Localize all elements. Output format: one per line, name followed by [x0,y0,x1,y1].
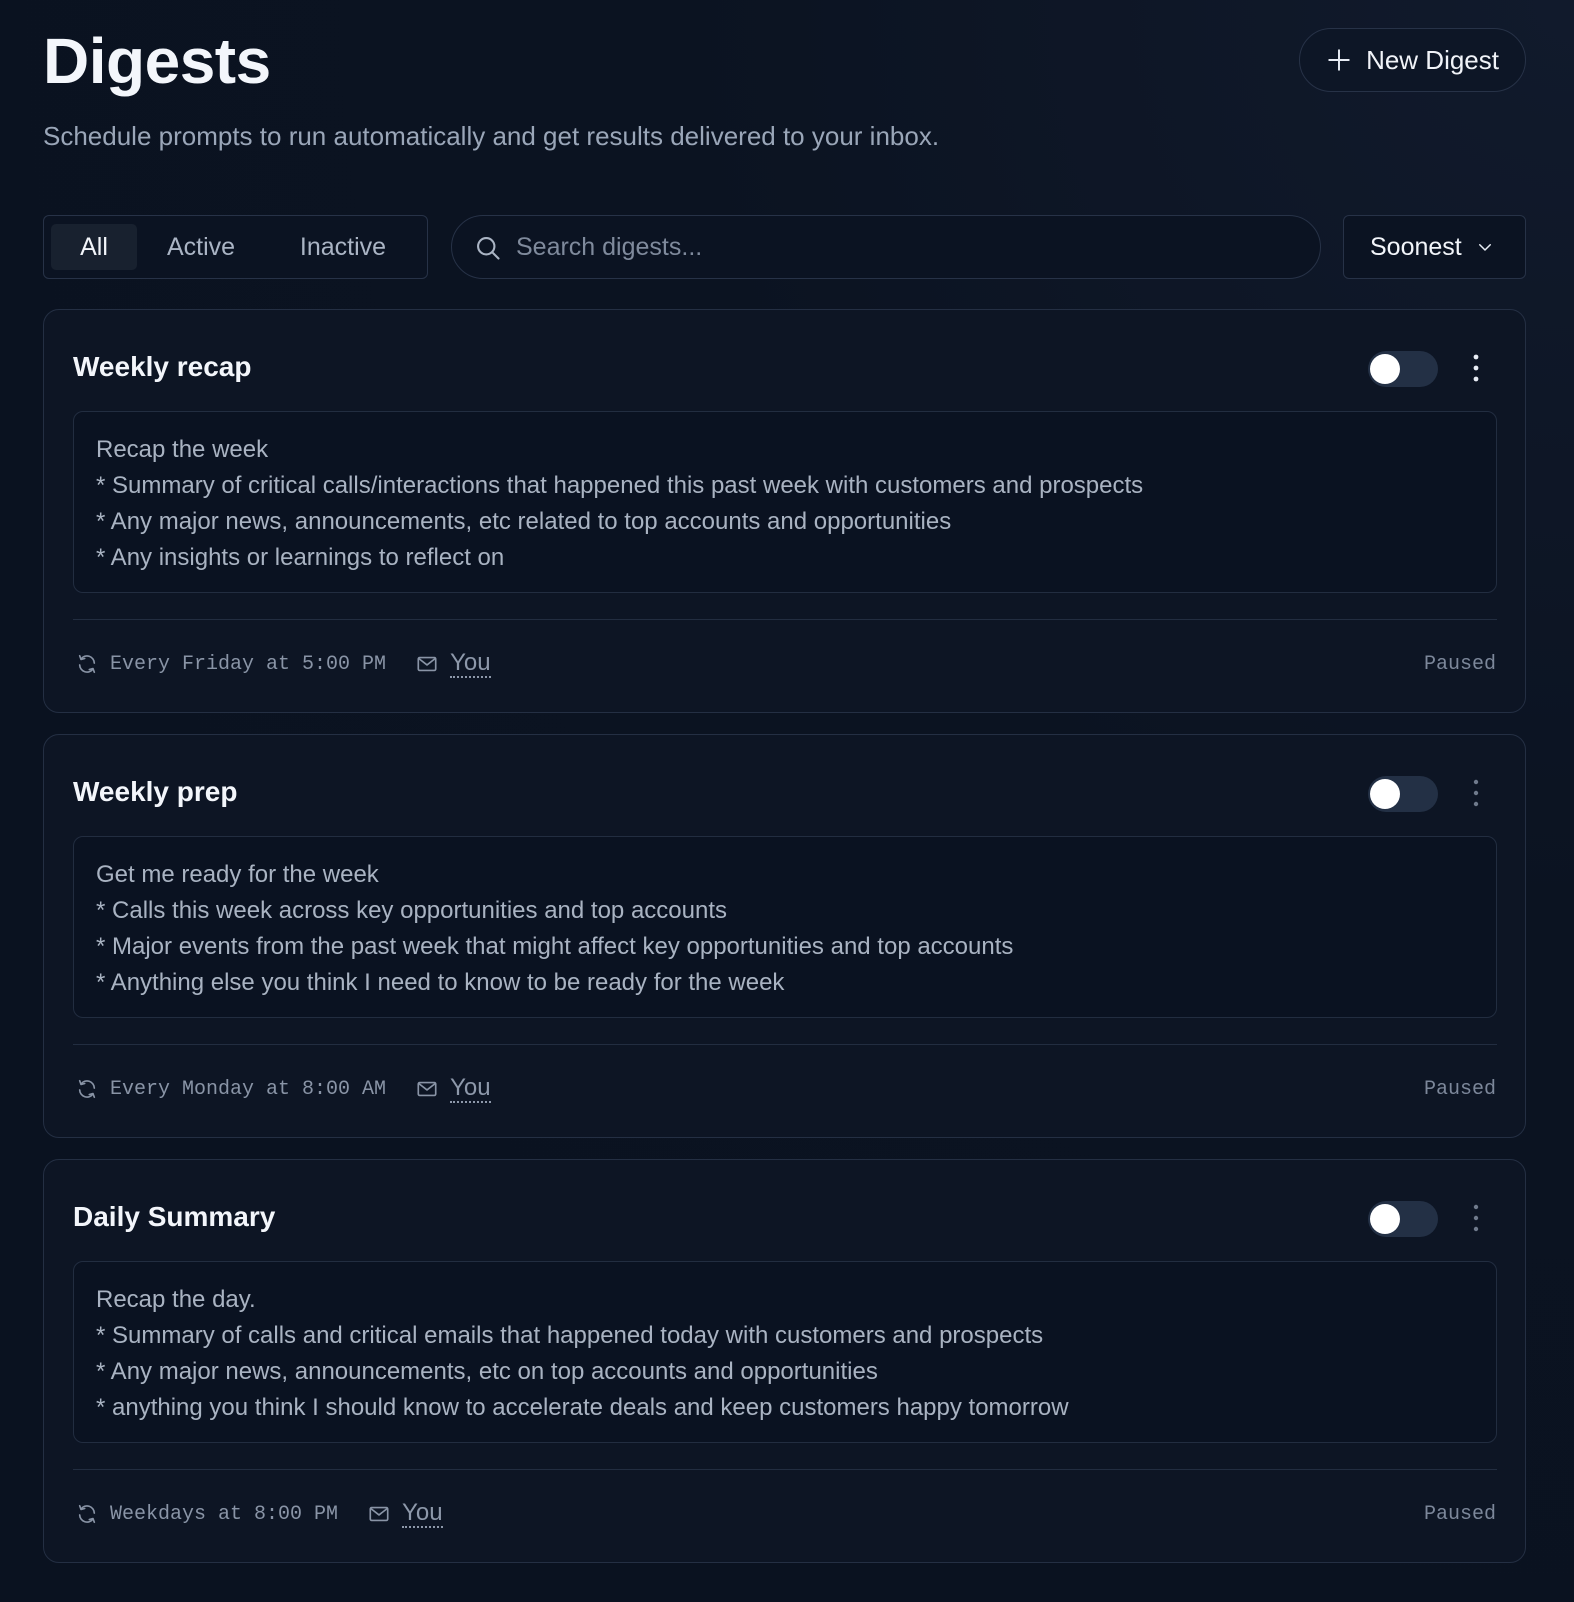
digest-recipient[interactable]: You [450,650,491,678]
sort-dropdown[interactable]: Soonest [1343,215,1526,279]
prompt-line: * Any insights or learnings to reflect o… [96,544,505,571]
new-digest-button[interactable]: New Digest [1299,28,1526,92]
more-vertical-icon [1473,1204,1479,1232]
digest-recipient[interactable]: You [450,1075,491,1103]
more-vertical-icon [1473,354,1479,382]
refresh-icon [78,654,96,674]
prompt-line: Get me ready for the week [96,861,379,888]
new-digest-label: New Digest [1366,44,1499,75]
search-icon [474,234,502,267]
prompt-line: * anything you think I should know to ac… [96,1394,1069,1421]
digest-meta: Weekdays at 8:00 PM You [76,1494,443,1534]
tab-inactive[interactable]: Inactive [268,224,418,270]
card-divider [73,1044,1497,1045]
search-input[interactable] [516,216,1296,278]
card-divider [73,1469,1497,1470]
tab-all[interactable]: All [51,224,137,270]
digest-prompt: Recap the week * Summary of critical cal… [73,411,1497,593]
digest-card: Weekly recap Recap the week * Summary of… [43,309,1526,713]
digest-title: Weekly prep [73,776,238,807]
mail-icon [417,1081,437,1097]
toggle-knob [1370,779,1400,809]
filter-toolbar: All Active Inactive Soonest [43,215,1526,279]
page-subtitle: Schedule prompts to run automatically an… [43,121,940,151]
digest-status: Paused [1423,1077,1496,1101]
page-title: Digests [43,25,271,97]
chevron-down-icon [1478,244,1491,251]
sort-label: Soonest [1370,232,1462,261]
mail-icon [369,1506,389,1522]
digest-menu-button[interactable] [1464,773,1488,813]
refresh-icon [78,1079,96,1099]
more-vertical-icon [1473,779,1479,807]
digest-schedule: Every Friday at 5:00 PM [110,652,387,676]
prompt-line: * Summary of critical calls/interactions… [96,472,1144,499]
digest-card: Weekly prep Get me ready for the week * … [43,734,1526,1138]
digest-enabled-toggle[interactable] [1368,776,1438,812]
digest-menu-button[interactable] [1464,348,1488,388]
prompt-line: Recap the week [96,436,269,463]
plus-icon [1328,49,1350,71]
digest-status: Paused [1423,1502,1496,1526]
mail-icon [417,656,437,672]
digest-status: Paused [1423,652,1496,676]
prompt-line: * Calls this week across key opportuniti… [96,897,727,924]
digest-enabled-toggle[interactable] [1368,1201,1438,1237]
digest-title: Daily Summary [73,1201,276,1232]
digest-enabled-toggle[interactable] [1368,351,1438,387]
digest-title: Weekly recap [73,351,252,382]
digest-prompt: Get me ready for the week * Calls this w… [73,836,1497,1018]
toggle-knob [1370,354,1400,384]
prompt-line: Recap the day. [96,1286,256,1313]
digest-menu-button[interactable] [1464,1198,1488,1238]
prompt-line: * Anything else you think I need to know… [96,969,785,996]
card-divider [73,619,1497,620]
digest-schedule: Every Monday at 8:00 AM [110,1077,387,1101]
prompt-line: * Any major news, announcements, etc rel… [96,508,952,535]
prompt-line: * Summary of calls and critical emails t… [96,1322,1044,1349]
digest-meta: Every Friday at 5:00 PM You [76,644,491,684]
digest-schedule: Weekdays at 8:00 PM [110,1502,339,1526]
prompt-line: * Any major news, announcements, etc on … [96,1358,878,1385]
digest-prompt: Recap the day. * Summary of calls and cr… [73,1261,1497,1443]
refresh-icon [78,1504,96,1524]
tab-active[interactable]: Active [146,224,256,270]
digests-page: Digests Schedule prompts to run automati… [43,0,1526,1563]
search-box [451,215,1321,279]
status-filter-tabs: All Active Inactive [43,215,428,279]
digest-recipient[interactable]: You [402,1500,443,1528]
digest-meta: Every Monday at 8:00 AM You [76,1069,491,1109]
toggle-knob [1370,1204,1400,1234]
prompt-line: * Major events from the past week that m… [96,933,1014,960]
digest-card: Daily Summary Recap the day. * Summary o… [43,1159,1526,1563]
page-header: Digests Schedule prompts to run automati… [43,0,1526,185]
